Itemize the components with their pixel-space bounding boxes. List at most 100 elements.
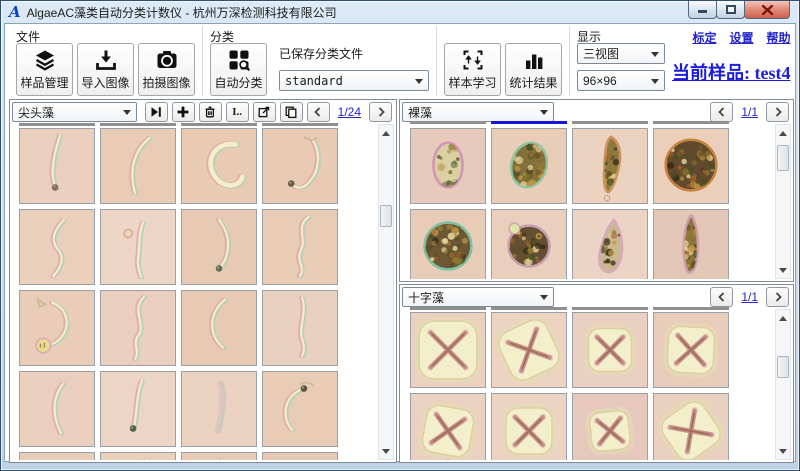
skip-next-icon [149,105,163,119]
sample-learning-button[interactable]: 样本学习 [444,43,501,96]
algae-thumbnail[interactable] [410,128,486,204]
algae-thumbnail[interactable] [262,452,338,460]
panel-left-pagination: 1/24 [307,102,394,122]
algae-thumbnail[interactable] [572,128,648,204]
prev-page-button[interactable] [710,102,733,122]
close-icon [762,5,773,15]
panel-right-bottom-species: 十字藻 1/1 [399,284,794,463]
auto-classify-button[interactable]: 自动分类 [210,43,267,96]
algae-thumbnail[interactable] [262,209,338,285]
scroll-up-button[interactable] [776,311,790,324]
sample-manage-label: 样品管理 [20,74,68,91]
scroll-down-button[interactable] [776,445,790,458]
algae-thumbnail[interactable] [262,290,338,366]
current-sample-link[interactable]: 当前样品: test4 [672,59,790,85]
scroll-thumb[interactable] [777,356,789,378]
view-mode-value: 三视图 [583,45,619,62]
algae-thumbnail[interactable] [19,209,95,285]
layers-icon [33,48,57,72]
page-indicator-link[interactable]: 1/1 [741,290,758,304]
next-page-button[interactable] [369,102,392,122]
algae-thumbnail[interactable] [181,290,257,366]
algae-thumbnail[interactable] [100,371,176,447]
algae-thumbnail[interactable] [100,209,176,285]
capture-image-button[interactable]: 拍摄图像 [138,43,195,96]
prev-page-button[interactable] [710,287,733,307]
close-button[interactable] [744,1,790,19]
algae-thumbnail[interactable] [19,452,95,460]
algae-thumbnail[interactable] [262,371,338,447]
species-dropdown-right-top[interactable]: 裸藻 [402,102,554,122]
camera-icon [155,48,179,72]
page-indicator-link[interactable]: 1/1 [741,105,758,119]
file-group-label: 文件 [16,28,195,42]
help-link[interactable]: 帮助 [766,29,790,46]
algae-thumbnail[interactable] [262,128,338,204]
scroll-down-button[interactable] [776,264,790,277]
prev-page-button[interactable] [307,102,330,122]
algae-thumbnail[interactable] [410,209,486,279]
rename-button[interactable]: I.. [226,102,249,122]
algae-thumbnail[interactable] [100,452,176,460]
calibrate-link[interactable]: 标定 [692,29,716,46]
export-image-button[interactable] [253,102,276,122]
sample-learning-icon [461,48,485,72]
saved-file-dropdown[interactable]: standard [279,70,429,91]
import-image-button[interactable]: 导入图像 [77,43,134,96]
algae-thumbnail[interactable] [181,128,257,204]
statistics-button[interactable]: 统计结果 [505,43,562,96]
algae-thumbnail[interactable] [491,128,567,204]
titlebar[interactable]: A AlgaeAC藻类自动分类计数仪 - 杭州万深检测科技有限公司 [1,1,799,23]
page-indicator-link[interactable]: 1/24 [338,105,361,119]
bar-chart-icon [522,48,546,72]
algae-thumbnail[interactable] [572,393,648,460]
algae-thumbnail[interactable] [653,209,729,279]
algae-thumbnail[interactable] [653,312,729,388]
delete-button[interactable] [199,102,222,122]
species-dropdown-left[interactable]: 尖头藻 [12,102,137,122]
merge-class-button[interactable] [280,102,303,122]
thumb-size-dropdown[interactable]: 96×96 [577,70,665,91]
algae-thumbnail[interactable] [410,393,486,460]
algae-thumbnail[interactable] [19,128,95,204]
algae-thumbnail[interactable] [572,209,648,279]
algae-thumbnail[interactable] [410,312,486,388]
classify-group: 分类 自动分类 已保存分类文件 standard [202,26,436,96]
scrollbar-left[interactable] [378,124,394,460]
add-class-button[interactable] [172,102,195,122]
minimize-button[interactable] [688,1,717,19]
sample-learning-label: 样本学习 [448,74,496,91]
settings-link[interactable]: 设置 [729,29,753,46]
scroll-up-button[interactable] [776,126,790,139]
algae-thumbnail[interactable] [491,312,567,388]
algae-thumbnail[interactable] [653,393,729,460]
scrollbar-right-bottom[interactable] [775,309,791,460]
algae-thumbnail[interactable] [100,290,176,366]
scroll-up-button[interactable] [379,126,393,139]
view-mode-dropdown[interactable]: 三视图 [577,43,665,64]
next-page-button[interactable] [766,102,789,122]
scroll-thumb[interactable] [380,205,392,227]
algae-thumbnail[interactable] [653,128,729,204]
algae-thumbnail[interactable] [181,371,257,447]
algae-thumbnail[interactable] [19,371,95,447]
chevron-down-icon [540,110,548,119]
algae-thumbnail[interactable] [181,452,257,460]
algae-thumbnail[interactable] [491,393,567,460]
maximize-button[interactable] [716,1,745,19]
scroll-down-button[interactable] [379,445,393,458]
algae-thumbnail[interactable] [100,128,176,204]
next-page-button[interactable] [766,287,789,307]
algae-thumbnail[interactable] [491,209,567,279]
scrollbar-right-top[interactable] [775,124,791,279]
algae-thumbnail[interactable] [181,209,257,285]
scroll-thumb[interactable] [777,145,789,171]
sample-manage-button[interactable]: 样品管理 [16,43,73,96]
partial-thumbnail-edge [19,123,95,126]
skip-next-button[interactable] [145,102,168,122]
partial-thumbnail-edge [572,307,648,310]
algae-thumbnail[interactable] [572,312,648,388]
algae-thumbnail[interactable] [19,290,95,366]
partial-thumbnail-edge [181,123,257,126]
species-dropdown-right-bottom[interactable]: 十字藻 [402,287,554,307]
